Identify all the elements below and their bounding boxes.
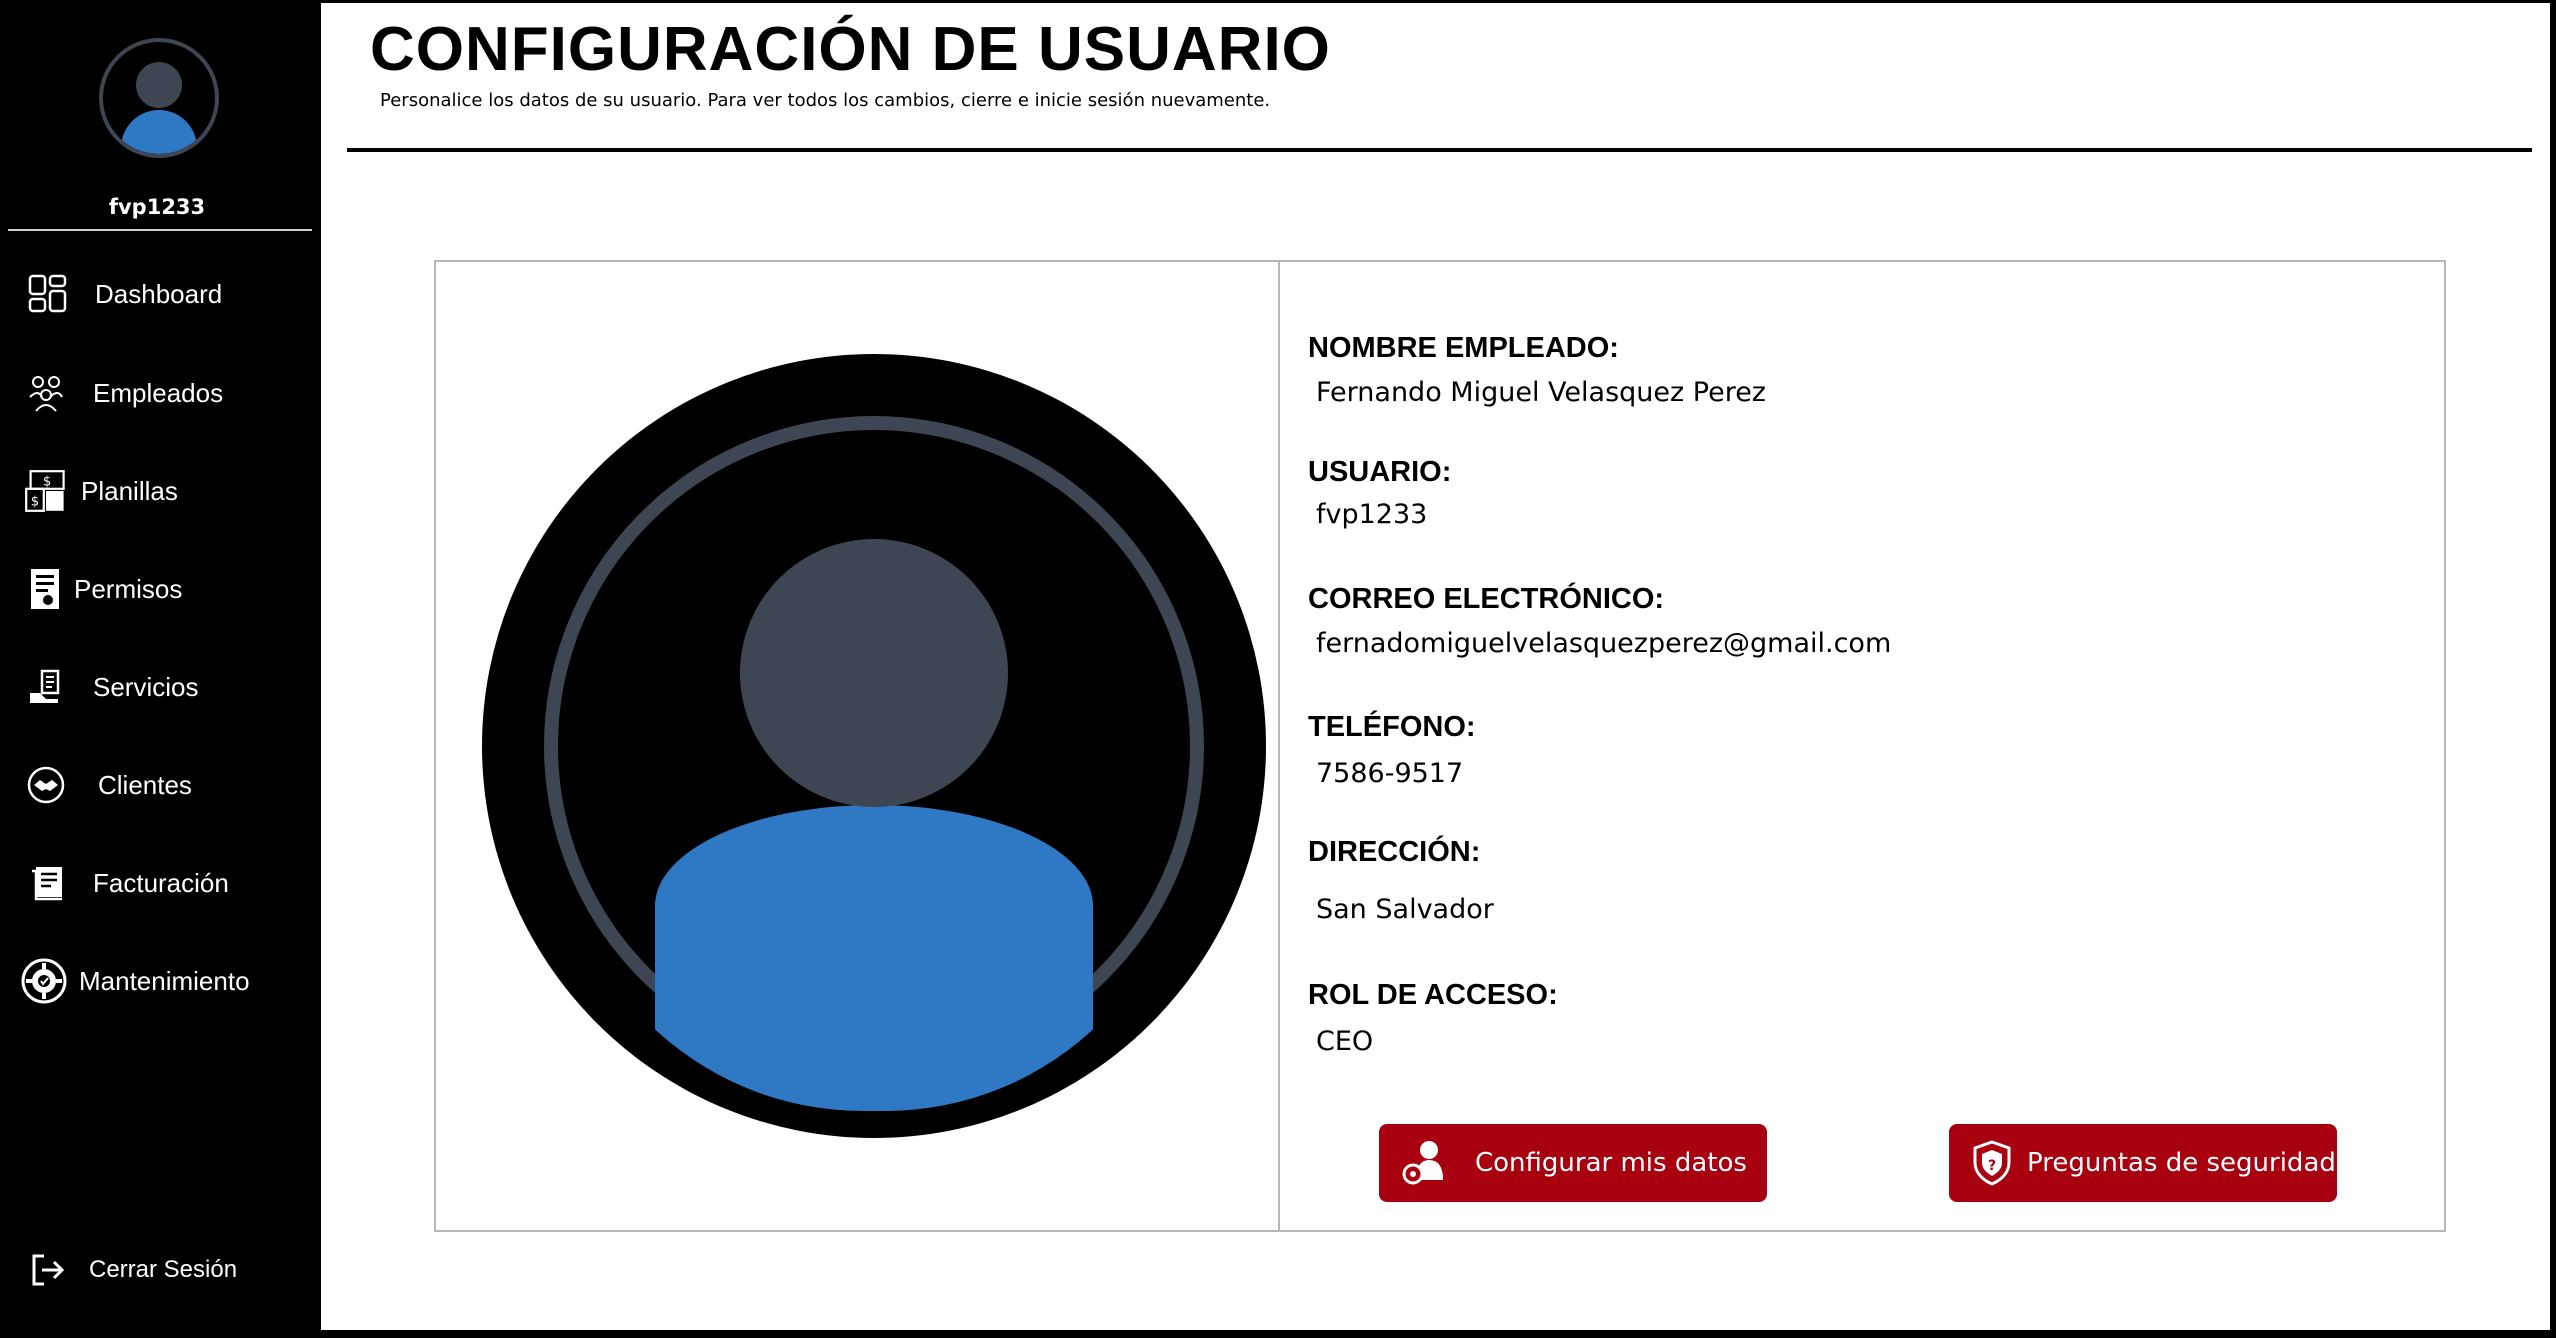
security-questions-button[interactable]: ? Preguntas de seguridad [1949,1124,2337,1202]
field-label-direccion: DIRECCIÓN: [1308,836,1481,868]
svg-text:$: $ [31,494,39,509]
page-title: CONFIGURACIÓN DE USUARIO [370,15,1331,84]
configure-data-label: Configurar mis datos [1475,1148,1747,1178]
profile-card: NOMBRE EMPLEADO: Fernando Miguel Velasqu… [434,260,2446,1232]
employees-icon [29,376,63,412]
field-label-nombre: NOMBRE EMPLEADO: [1308,332,1619,364]
sidebar-item-servicios[interactable]: Servicios [0,652,314,722]
sidebar-item-empleados[interactable]: Empleados [0,358,314,428]
field-label-usuario: USUARIO: [1308,456,1452,488]
field-label-telefono: TELÉFONO: [1308,711,1476,743]
field-label-correo: CORREO ELECTRÓNICO: [1308,583,1665,615]
logout-icon [32,1254,65,1286]
maintenance-icon [21,958,67,1004]
sidebar-item-label: Permisos [74,574,183,604]
sidebar-username: fvp1233 [108,195,206,219]
field-value-direccion: San Salvador [1316,894,1494,925]
sidebar-item-clientes[interactable]: Clientes [0,750,314,820]
avatar [99,38,219,158]
logout-label: Cerrar Sesión [89,1256,238,1283]
field-value-nombre: Fernando Miguel Velasquez Perez [1316,377,1766,408]
sidebar-item-label: Facturación [93,868,229,898]
field-value-correo: fernadomiguelvelasquezperez@gmail.com [1316,628,1892,659]
svg-text:$: $ [43,475,51,490]
sidebar-item-label: Mantenimiento [79,966,250,996]
window-right-border [2550,0,2556,1338]
services-icon [30,669,60,703]
sidebar-divider [8,229,312,231]
profile-avatar [482,354,1266,1138]
avatar-body [557,805,1191,1111]
sidebar: fvp1233 Dashboard Empleados $ $ Planilla… [0,0,321,1330]
permissions-icon [31,569,59,609]
field-value-rol: CEO [1316,1026,1374,1057]
sidebar-item-permisos[interactable]: Permisos [0,554,314,624]
window-top-border [0,0,2556,3]
logout-button[interactable]: Cerrar Sesión [0,1235,314,1305]
field-label-rol: ROL DE ACCESO: [1308,979,1558,1011]
configure-data-button[interactable]: Configurar mis datos [1379,1124,1767,1202]
field-value-telefono: 7586-9517 [1316,758,1464,789]
card-divider [1278,262,1280,1230]
sidebar-item-mantenimiento[interactable]: Mantenimiento [0,946,314,1016]
sidebar-item-label: Planillas [81,476,178,506]
avatar-head [740,539,1008,807]
sidebar-item-label: Dashboard [95,279,223,309]
sidebar-item-planillas[interactable]: $ $ Planillas [0,456,314,526]
payroll-icon: $ $ [25,470,65,512]
sidebar-item-label: Servicios [93,672,199,702]
sidebar-item-facturacion[interactable]: Facturación [0,848,314,918]
sidebar-item-label: Empleados [93,378,224,408]
sidebar-item-dashboard[interactable]: Dashboard [0,259,314,329]
sidebar-item-label: Clientes [98,770,192,800]
header-divider [347,148,2532,152]
window-bottom-border [0,1330,2556,1338]
page-subtitle: Personalice los datos de su usuario. Par… [380,90,1271,111]
dashboard-icon [28,274,67,313]
clients-icon [27,766,65,804]
security-questions-label: Preguntas de seguridad [2027,1148,2336,1178]
invoice-icon [32,867,62,901]
field-value-usuario: fvp1233 [1316,499,1428,530]
